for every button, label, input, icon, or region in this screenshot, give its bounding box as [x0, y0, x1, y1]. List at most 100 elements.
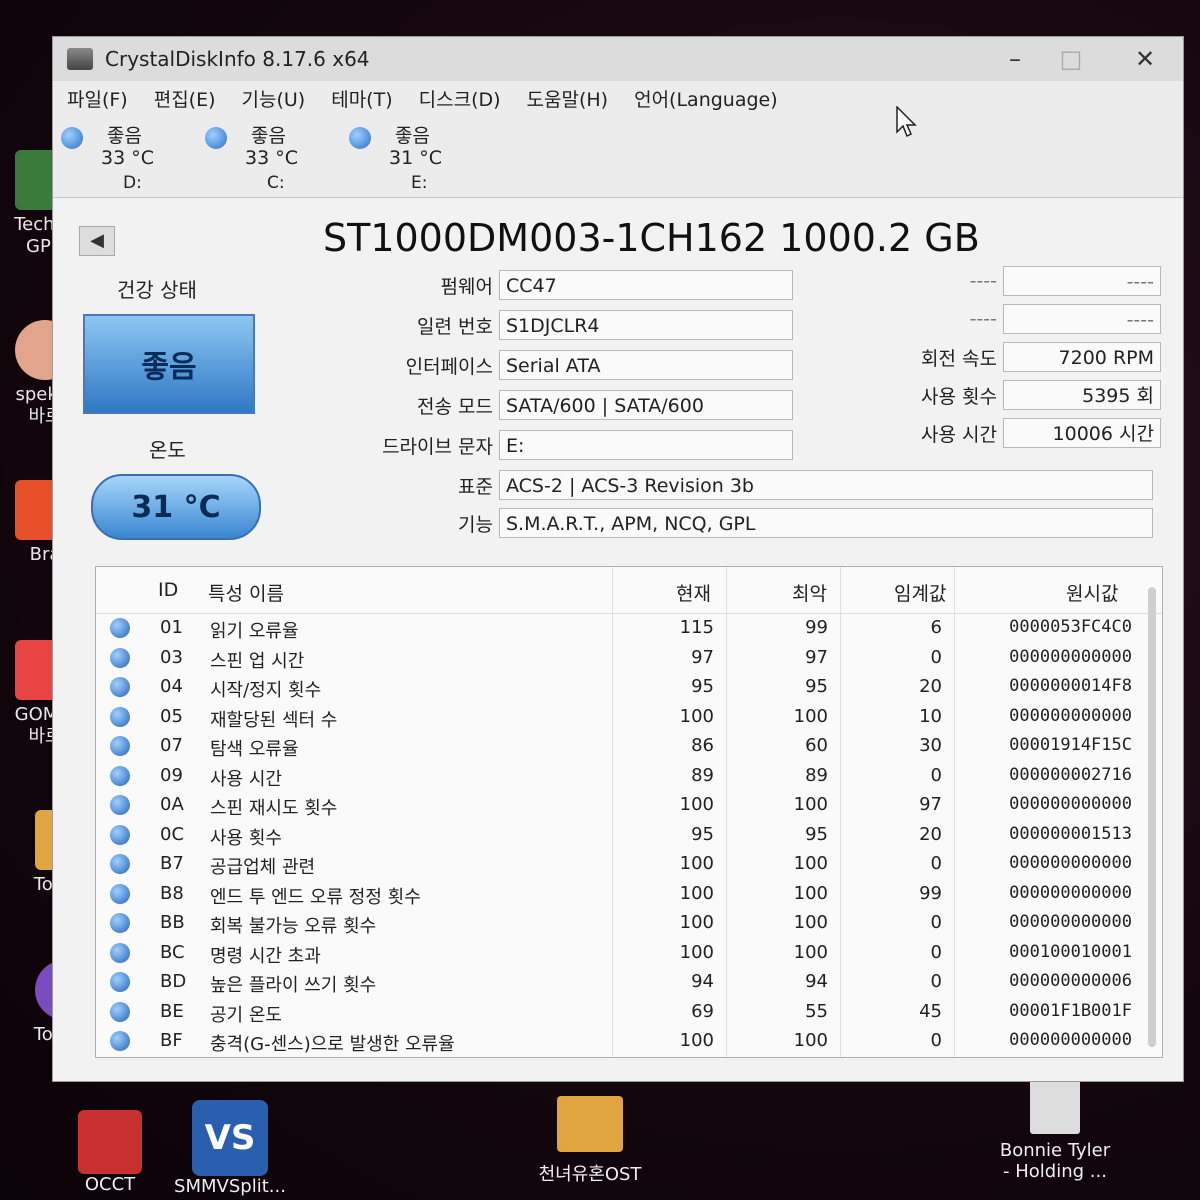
firmware-label: 펌웨어: [440, 275, 493, 298]
drive-details-panel: ◀ ST1000DM003-1CH162 1000.2 GB 건강 상태 좋음 …: [53, 198, 1183, 1081]
table-row[interactable]: 04 시작/정지 횟수 95 95 20 0000000014F8: [96, 674, 1162, 703]
unknown-1-value: ----: [1003, 266, 1161, 296]
threshold-value: 20: [919, 823, 942, 845]
menu-language[interactable]: 언어(Language): [634, 85, 778, 112]
firmware-value: CC47: [499, 270, 793, 300]
interface-label: 인터페이스: [405, 355, 493, 378]
threshold-value: 0: [930, 1030, 942, 1051]
table-row[interactable]: BB 회복 불가능 오류 횟수 100 100 0 000000000000: [96, 910, 1162, 939]
table-row[interactable]: BC 명령 시간 초과 100 100 0 000100010001: [96, 940, 1162, 969]
table-scrollbar[interactable]: [1148, 587, 1156, 1047]
raw-value: 000000001513: [1009, 823, 1132, 844]
attribute-id: 01: [160, 617, 183, 638]
worst-value: 100: [793, 941, 828, 963]
attribute-name: 명령 시간 초과: [210, 945, 321, 967]
drive-model-title: ST1000DM003-1CH162 1000.2 GB: [323, 216, 980, 260]
attribute-name: 공기 온도: [210, 1004, 282, 1026]
mouse-cursor-icon: [896, 105, 918, 142]
drive-letter-label: 드라이브 문자: [382, 435, 493, 458]
status-dot-icon: [110, 883, 130, 904]
raw-value: 00001914F15C: [1009, 735, 1132, 755]
desktop-icon-occt[interactable]: OCCT: [70, 1110, 150, 1195]
worst-value: 94: [805, 971, 828, 992]
power-on-count-label: 사용 횟수: [921, 385, 997, 408]
threshold-value: 20: [919, 676, 942, 697]
table-row[interactable]: 0C 사용 횟수 95 95 20 000000001513: [96, 822, 1162, 851]
serial-value: S1DJCLR4: [499, 310, 793, 340]
desktop-icon-smmvsplit[interactable]: VS SMMVSplit...: [170, 1100, 290, 1197]
desktop-icon-ost-folder[interactable]: 천녀유혼OST: [520, 1096, 660, 1186]
status-dot-icon: [110, 824, 130, 845]
previous-disk-button[interactable]: ◀: [79, 226, 115, 256]
header-id[interactable]: ID: [158, 579, 178, 601]
smmvsplit-icon: VS: [192, 1100, 268, 1176]
disk-selector-bar: 좋음 33 °C D: 좋음 33 °C C: 좋음 31 °C E:: [53, 115, 1183, 203]
status-dot-icon: [110, 765, 130, 786]
table-row[interactable]: B8 엔드 투 엔드 오류 정정 횟수 100 100 99 000000000000: [96, 881, 1162, 910]
worst-value: 100: [793, 1030, 828, 1051]
status-dot-icon: [110, 854, 130, 874]
menu-disk[interactable]: 디스크(D): [419, 85, 501, 112]
status-dot-icon: [110, 795, 130, 815]
disk-tab-c[interactable]: 좋음 33 °C C:: [205, 121, 335, 197]
table-row[interactable]: 09 사용 시간 89 89 0 000000002716: [96, 763, 1162, 792]
attribute-name: 엔드 투 엔드 오류 정정 횟수: [210, 886, 421, 908]
current-value: 100: [679, 853, 714, 874]
table-header: ID 특성 이름 현재 최악 임계값 원시값: [96, 567, 1162, 614]
attribute-id: 09: [160, 764, 183, 786]
raw-value: 000000000000: [1009, 912, 1132, 932]
attribute-name: 스핀 재시도 횟수: [210, 798, 338, 819]
header-worst[interactable]: 최악: [792, 579, 827, 606]
attribute-name: 사용 시간: [210, 768, 282, 790]
minimize-button[interactable]: –: [987, 37, 1043, 81]
temperature-badge[interactable]: 31 °C: [91, 474, 261, 540]
table-row[interactable]: B7 공급업체 관련 100 100 0 000000000000: [96, 851, 1162, 880]
menu-function[interactable]: 기능(U): [242, 85, 306, 112]
close-button[interactable]: ✕: [1117, 37, 1173, 81]
title-bar[interactable]: CrystalDiskInfo 8.17.6 x64 – □ ✕: [53, 37, 1183, 81]
header-threshold[interactable]: 임계값: [894, 579, 946, 606]
menu-theme[interactable]: 테마(T): [331, 85, 392, 112]
maximize-button[interactable]: □: [1043, 37, 1099, 81]
raw-value: 0000053FC4C0: [1009, 617, 1132, 637]
folder-icon: [557, 1096, 623, 1152]
current-value: 100: [679, 912, 714, 933]
attribute-name: 재할당된 섹터 수: [210, 709, 338, 731]
attribute-name: 충격(G-센스)으로 발생한 오류율: [210, 1034, 455, 1055]
worst-value: 100: [793, 794, 828, 815]
raw-value: 00001F1B001F: [1009, 1000, 1132, 1021]
menu-help[interactable]: 도움말(H): [527, 85, 609, 112]
threshold-value: 0: [930, 971, 942, 992]
table-row[interactable]: 0A 스핀 재시도 횟수 100 100 97 000000000000: [96, 792, 1162, 821]
worst-value: 100: [793, 853, 828, 874]
desktop-icon-bonnie[interactable]: Bonnie Tyler - Holding ...: [990, 1072, 1120, 1182]
table-row[interactable]: BE 공기 온도 69 55 45 00001F1B001F: [96, 999, 1162, 1028]
attribute-id: 0A: [160, 794, 184, 815]
table-row[interactable]: BD 높은 플라이 쓰기 횟수 94 94 0 000000000006: [96, 969, 1162, 998]
table-row[interactable]: 01 읽기 오류율 115 99 6 0000053FC4C0: [96, 615, 1162, 644]
smart-attributes-table[interactable]: ID 특성 이름 현재 최악 임계값 원시값 01 읽기 오류율 115 99 6 000…: [95, 566, 1163, 1058]
menu-edit[interactable]: 편집(E): [154, 85, 216, 112]
health-status-badge[interactable]: 좋음: [83, 314, 255, 414]
attribute-name: 스핀 업 시간: [210, 650, 305, 672]
raw-value: 000100010001: [1009, 941, 1132, 962]
current-value: 115: [679, 617, 714, 638]
header-raw[interactable]: 원시값: [1066, 579, 1118, 606]
disk-tab-d[interactable]: 좋음 33 °C D:: [61, 121, 191, 197]
standard-label: 표준: [458, 475, 493, 498]
header-current[interactable]: 현재: [676, 579, 711, 606]
window-title: CrystalDiskInfo 8.17.6 x64: [105, 47, 370, 71]
current-value: 100: [679, 941, 714, 963]
worst-value: 100: [793, 882, 828, 904]
disk-tab-e[interactable]: 좋음 31 °C E:: [349, 121, 487, 203]
table-row[interactable]: BF 충격(G-센스)으로 발생한 오류율 100 100 0 000000000000: [96, 1028, 1162, 1057]
attribute-name: 높은 플라이 쓰기 횟수: [210, 975, 377, 996]
unknown-2-value: ----: [1003, 304, 1161, 334]
menu-bar: 파일(F) 편집(E) 기능(U) 테마(T) 디스크(D) 도움말(H) 언어…: [53, 81, 1183, 115]
table-row[interactable]: 03 스핀 업 시간 97 97 0 000000000000: [96, 645, 1162, 674]
menu-file[interactable]: 파일(F): [67, 85, 128, 112]
attribute-id: 07: [160, 735, 183, 756]
table-row[interactable]: 07 탐색 오류율 86 60 30 00001914F15C: [96, 733, 1162, 762]
table-row[interactable]: 05 재할당된 섹터 수 100 100 10 000000000000: [96, 704, 1162, 733]
header-name[interactable]: 특성 이름: [208, 579, 284, 606]
